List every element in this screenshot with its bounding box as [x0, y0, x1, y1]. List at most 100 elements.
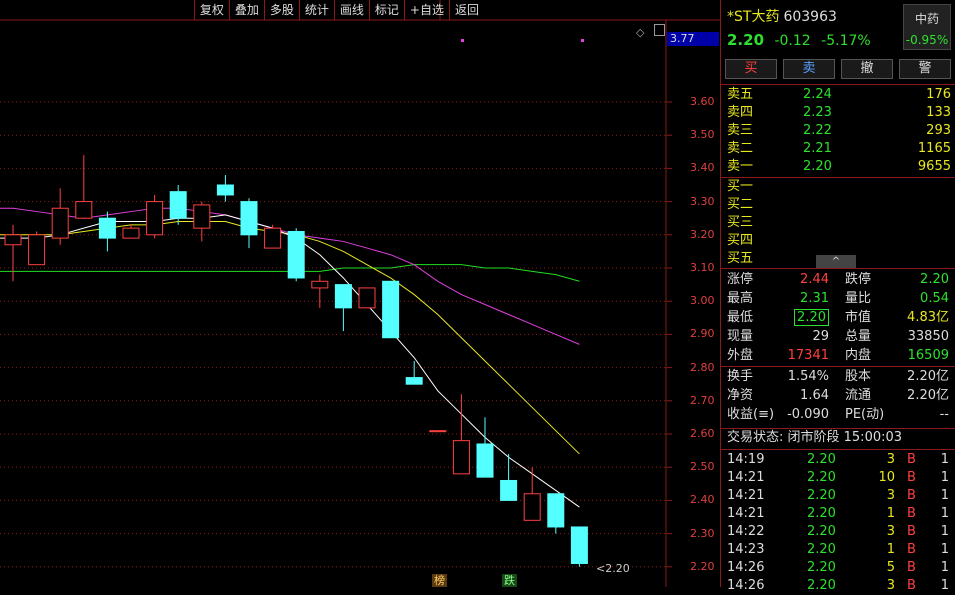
sell-level-label: 卖一	[727, 159, 754, 174]
y-tick-label: 2.80	[690, 360, 715, 374]
stat-value: 29	[812, 329, 829, 344]
sell-level-row[interactable]: 卖四 2.23 133	[727, 104, 951, 122]
toolbar-mark-button[interactable]: 标记	[368, 0, 404, 20]
tick-volume: 5	[886, 560, 895, 575]
stat-row: 最低 2.20 市值 4.83亿	[727, 309, 951, 327]
tick-side: B	[907, 578, 916, 593]
trade-buttons: 买 卖 撤 警	[725, 59, 951, 79]
y-tick-label: 2.40	[690, 493, 715, 507]
tick-price: 2.20	[807, 542, 836, 557]
candle-up	[523, 493, 541, 521]
toolbar-fuquan-button[interactable]: 复权	[193, 0, 229, 20]
sell-button[interactable]: 卖	[783, 59, 835, 79]
buy-level-row[interactable]: 买二	[727, 196, 951, 214]
tick-volume: 3	[886, 452, 895, 467]
y-tick-label: 2.90	[690, 327, 715, 341]
sell-level-price: 2.23	[803, 105, 832, 120]
bang-tag[interactable]: 榜	[432, 574, 447, 587]
fund-value: 2.20亿	[907, 369, 949, 384]
sell-level-volume: 293	[926, 123, 951, 138]
tick-side: B	[907, 488, 916, 503]
toolbar-stats-button[interactable]: 统计	[298, 0, 334, 20]
tick-row: 14:23 2.20 1 B 1	[727, 541, 951, 559]
sell-level-label: 卖三	[727, 123, 754, 138]
industry-name: 中药	[914, 12, 939, 26]
die-tag[interactable]: 跌	[502, 574, 517, 587]
y-tick-label: 2.20	[690, 559, 715, 573]
tick-time: 14:21	[727, 470, 765, 485]
tick-count: 1	[940, 488, 949, 503]
toggle-square-icon[interactable]	[654, 24, 665, 36]
tick-time: 14:21	[727, 488, 765, 503]
tick-row: 14:26 2.20 5 B 1	[727, 559, 951, 577]
candle-down	[405, 377, 423, 385]
tick-volume: 3	[886, 524, 895, 539]
current-price: 2.20	[727, 31, 765, 49]
tick-volume: 10	[878, 470, 895, 485]
stat-value: 2.20	[920, 272, 949, 287]
alert-button[interactable]: 警	[899, 59, 951, 79]
chart-toolbar: 复权 叠加 多股 统计 画线 标记 +自选 返回	[193, 0, 484, 20]
sell-level-row[interactable]: 卖二 2.21 1165	[727, 140, 951, 158]
toolbar-draw-button[interactable]: 画线	[333, 0, 369, 20]
fund-row: 换手 1.54% 股本 2.20亿	[727, 368, 951, 386]
candle-up	[122, 227, 140, 239]
tick-count: 1	[940, 524, 949, 539]
candle-down	[98, 217, 116, 239]
buy-level-row[interactable]: 买四	[727, 232, 951, 250]
buy-level-row[interactable]: 买一	[727, 178, 951, 196]
stock-name: *ST大药	[727, 9, 780, 25]
candle-up	[311, 280, 329, 289]
tick-side: B	[907, 542, 916, 557]
tick-side: B	[907, 452, 916, 467]
expand-caret-icon[interactable]: ^	[816, 255, 856, 269]
divider	[721, 268, 955, 269]
candle-up	[452, 440, 470, 475]
candle-up	[28, 234, 46, 266]
stat-value: 2.44	[800, 272, 829, 287]
sell-level-row[interactable]: 卖三 2.22 293	[727, 122, 951, 140]
kline-canvas[interactable]	[0, 0, 720, 587]
candle-down	[570, 526, 588, 564]
industry-pct: -0.95%	[905, 33, 949, 47]
candle-down	[240, 201, 258, 236]
stat-label: 市值	[845, 310, 872, 325]
toolbar-multi-stock-button[interactable]: 多股	[263, 0, 299, 20]
tick-price: 2.20	[807, 578, 836, 593]
buy-button[interactable]: 买	[725, 59, 777, 79]
divider	[721, 84, 955, 85]
toolbar-add-watchlist-button[interactable]: +自选	[403, 0, 449, 20]
cursor-price-label: 3.77	[667, 32, 719, 46]
tick-price: 2.20	[807, 488, 836, 503]
tick-count: 1	[940, 560, 949, 575]
y-tick-label: 3.50	[690, 128, 715, 142]
cancel-button[interactable]: 撤	[841, 59, 893, 79]
tick-time: 14:21	[727, 506, 765, 521]
diamond-icon[interactable]: ◇	[636, 26, 644, 39]
tick-time: 14:23	[727, 542, 765, 557]
sell-level-label: 卖四	[727, 105, 754, 120]
tick-time: 14:19	[727, 452, 765, 467]
candle-down	[287, 230, 305, 279]
fund-value: --	[939, 407, 949, 422]
candle-up	[146, 201, 164, 236]
fund-value: 1.54%	[787, 369, 829, 384]
last-price-label: <2.20	[596, 562, 630, 575]
stat-value: 33850	[907, 329, 949, 344]
toolbar-back-button[interactable]: 返回	[448, 0, 484, 20]
sell-level-row[interactable]: 卖一 2.20 9655	[727, 158, 951, 176]
sell-level-price: 2.22	[803, 123, 832, 138]
kline-chart[interactable]: 复权 叠加 多股 统计 画线 标记 +自选 返回 ◇ 3.77 3.60 3.50…	[0, 0, 720, 587]
y-tick-label: 3.30	[690, 194, 715, 208]
industry-box[interactable]: 中药 -0.95%	[903, 4, 951, 50]
y-tick-label: 2.70	[690, 393, 715, 407]
buy-level-row[interactable]: 买三	[727, 214, 951, 232]
candle-down	[382, 280, 400, 339]
tick-row: 14:22 2.20 3 B 1	[727, 523, 951, 541]
toolbar-overlay-button[interactable]: 叠加	[228, 0, 264, 20]
fund-label: 流通	[845, 388, 872, 403]
tick-count: 1	[940, 578, 949, 593]
stat-label: 内盘	[845, 348, 872, 363]
sell-level-row[interactable]: 卖五 2.24 176	[727, 86, 951, 104]
y-tick-label: 2.60	[690, 427, 715, 440]
